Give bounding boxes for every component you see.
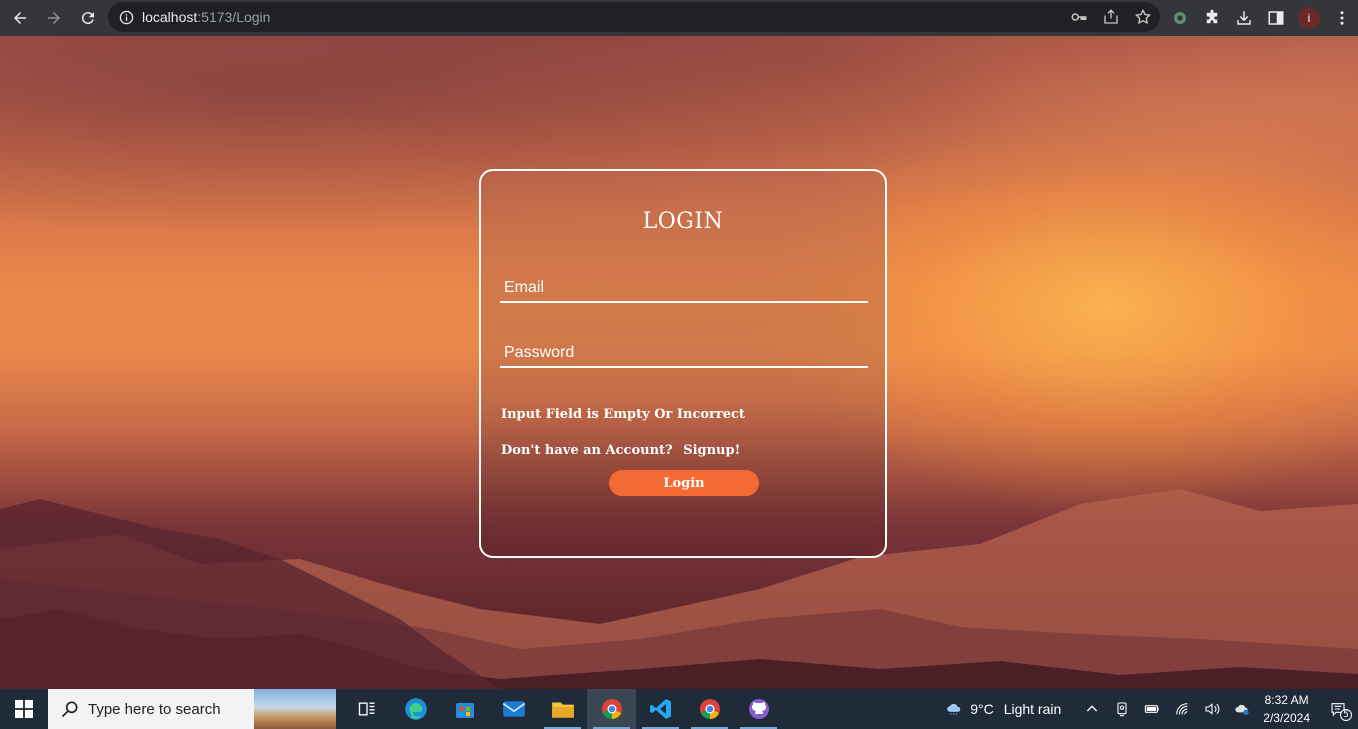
download-icon[interactable] xyxy=(1234,8,1254,28)
system-tray: 9°C Light rain 8:32 AM 2/3/2024 5 xyxy=(946,689,1358,729)
cloud-sync-icon xyxy=(1235,704,1249,715)
search-highlight-image xyxy=(254,689,336,729)
page-background: LOGIN Input Field is Empty Or Incorrect … xyxy=(0,36,1358,689)
wifi-icon xyxy=(1176,703,1188,715)
notification-count-badge: 5 xyxy=(1340,709,1352,721)
rain-cloud-icon xyxy=(947,703,961,715)
start-button[interactable] xyxy=(0,689,48,729)
windows-logo-icon xyxy=(15,700,33,718)
arrow-right-icon xyxy=(48,12,60,24)
share-icon[interactable] xyxy=(1102,8,1120,26)
volume-button[interactable] xyxy=(1197,689,1227,729)
weather-temperature: 9°C xyxy=(970,701,994,717)
taskbar-chrome-active[interactable] xyxy=(587,689,636,729)
browser-toolbar: localhost:5173/Login i xyxy=(0,0,1358,36)
url-path: :5173/Login xyxy=(197,9,271,25)
login-button[interactable]: Login xyxy=(609,470,759,496)
clock-date: 2/3/2024 xyxy=(1263,711,1310,725)
clock[interactable]: 8:32 AM 2/3/2024 xyxy=(1263,691,1310,727)
clock-time: 8:32 AM xyxy=(1264,693,1309,707)
search-placeholder: Type here to search xyxy=(88,700,221,718)
weather-widget[interactable]: 9°C Light rain xyxy=(946,701,1061,717)
url-text: localhost:5173/Login xyxy=(142,9,270,25)
taskbar-chrome-2[interactable] xyxy=(685,689,734,729)
notification-center-button[interactable]: 5 xyxy=(1318,689,1358,729)
battery-button[interactable] xyxy=(1137,689,1167,729)
signup-prompt: Don't have an Account? xyxy=(501,443,673,458)
battery-icon xyxy=(1145,705,1159,713)
taskbar-mail[interactable] xyxy=(489,689,538,729)
search-icon xyxy=(61,701,78,718)
login-title: LOGIN xyxy=(642,209,724,234)
taskbar-search[interactable]: Type here to search xyxy=(48,689,336,729)
taskbar-edge[interactable] xyxy=(391,689,440,729)
github-icon xyxy=(748,699,769,719)
url-host: localhost xyxy=(142,9,198,25)
signup-row: Don't have an Account? Signup! xyxy=(501,443,740,458)
key-icon[interactable] xyxy=(1070,8,1088,26)
email-input[interactable] xyxy=(500,269,868,301)
address-bar[interactable]: localhost:5173/Login xyxy=(108,2,1160,32)
taskbar-apps xyxy=(342,689,783,729)
extensions-puzzle-icon[interactable] xyxy=(1202,8,1222,28)
reload-icon xyxy=(81,12,94,25)
star-icon[interactable] xyxy=(1134,8,1152,26)
login-card: LOGIN Input Field is Empty Or Incorrect … xyxy=(479,169,887,558)
arrow-left-icon xyxy=(14,12,26,24)
taskbar-file-explorer[interactable] xyxy=(538,689,587,729)
store-icon xyxy=(455,703,474,718)
email-field-wrapper xyxy=(500,269,868,303)
task-view-button[interactable] xyxy=(342,689,391,729)
folder-icon xyxy=(551,702,574,718)
forward-button[interactable] xyxy=(38,2,70,34)
taskbar-store[interactable] xyxy=(440,689,489,729)
extension-gear-icon[interactable] xyxy=(1170,8,1190,28)
chrome-icon xyxy=(699,699,720,720)
chevron-up-icon xyxy=(1087,705,1098,712)
kebab-menu-icon[interactable] xyxy=(1332,8,1352,28)
taskbar-vscode[interactable] xyxy=(636,689,685,729)
vscode-icon xyxy=(649,699,671,719)
windows-taskbar: Type here to search 9°C Light rain 8:32 … xyxy=(0,689,1358,729)
show-hidden-icons-button[interactable] xyxy=(1077,689,1107,729)
password-input[interactable] xyxy=(500,334,868,366)
back-button[interactable] xyxy=(4,2,36,34)
password-field-wrapper xyxy=(500,334,868,368)
mail-icon xyxy=(502,701,525,717)
speaker-icon xyxy=(1205,703,1220,715)
network-button[interactable] xyxy=(1167,689,1197,729)
taskbar-github-desktop[interactable] xyxy=(734,689,783,729)
camera-icon xyxy=(1117,702,1127,717)
meet-now-button[interactable] xyxy=(1107,689,1137,729)
profile-avatar[interactable]: i xyxy=(1298,7,1320,29)
site-info-icon[interactable] xyxy=(118,9,134,25)
onedrive-button[interactable] xyxy=(1227,689,1257,729)
chrome-icon xyxy=(601,699,622,720)
reload-button[interactable] xyxy=(72,2,104,34)
edge-icon xyxy=(404,698,427,720)
weather-condition: Light rain xyxy=(1003,701,1062,717)
side-panel-icon[interactable] xyxy=(1266,8,1286,28)
error-message: Input Field is Empty Or Incorrect xyxy=(501,407,745,422)
task-view-icon xyxy=(358,702,374,716)
signup-link[interactable]: Signup! xyxy=(683,443,740,458)
